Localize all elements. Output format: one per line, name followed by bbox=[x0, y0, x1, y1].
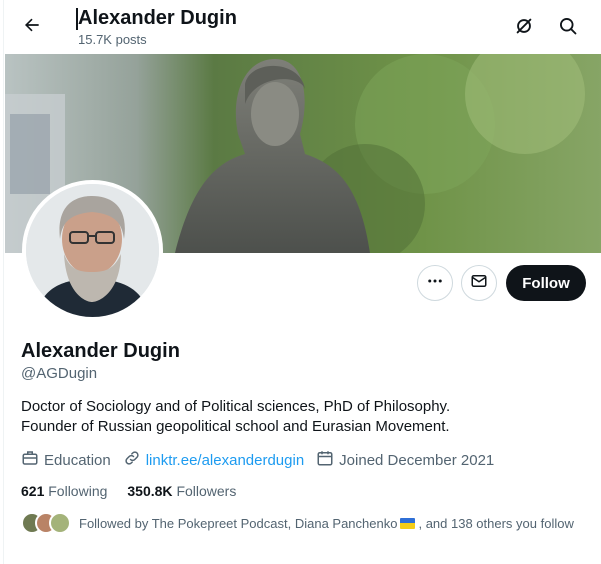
joined-label: Joined December 2021 bbox=[339, 451, 495, 469]
category-label: Education bbox=[44, 451, 111, 469]
followed-by-row[interactable]: Followed by The Pokepreet Podcast, Diana… bbox=[21, 512, 574, 534]
avatar-image bbox=[26, 184, 159, 317]
followed-by-text: Followed by The Pokepreet Podcast, Diana… bbox=[79, 516, 574, 531]
bio-line-2: Founder of Russian geopolitical school a… bbox=[21, 418, 450, 435]
search-icon bbox=[558, 16, 578, 41]
briefcase-icon bbox=[21, 449, 44, 471]
grok-slash-icon bbox=[513, 15, 535, 42]
ukraine-flag-icon bbox=[400, 517, 416, 529]
profile-avatar[interactable] bbox=[22, 180, 163, 321]
message-button[interactable] bbox=[461, 265, 497, 301]
following-link[interactable]: 621 Following bbox=[21, 483, 107, 499]
following-count: 621 bbox=[21, 483, 45, 499]
profile-name: Alexander Dugin bbox=[21, 340, 180, 362]
mail-icon bbox=[470, 272, 488, 295]
follow-button[interactable]: Follow bbox=[506, 265, 586, 301]
link-icon bbox=[123, 449, 146, 471]
grok-button[interactable] bbox=[508, 12, 540, 44]
back-arrow-icon bbox=[22, 15, 42, 40]
followed-by-prefix: Followed by The Pokepreet Podcast, Diana… bbox=[79, 515, 398, 531]
search-button[interactable] bbox=[552, 12, 584, 44]
profile-page: Alexander Dugin 15.7K posts Follow Alexa… bbox=[3, 0, 601, 564]
calendar-icon bbox=[316, 449, 339, 471]
follow-counts: 621 Following 350.8K Followers bbox=[21, 483, 256, 499]
profile-bio: Doctor of Sociology and of Political sci… bbox=[21, 397, 581, 437]
following-label: Following bbox=[48, 483, 108, 499]
profile-joined: Joined December 2021 bbox=[316, 449, 494, 471]
top-bar: Alexander Dugin 15.7K posts bbox=[4, 0, 601, 54]
profile-link-text[interactable]: linktr.ee/alexanderdugin bbox=[146, 452, 304, 469]
header-post-count: 15.7K posts bbox=[78, 32, 147, 47]
header-title-block: Alexander Dugin 15.7K posts bbox=[76, 6, 237, 48]
followers-count: 350.8K bbox=[127, 483, 173, 499]
followers-label: Followers bbox=[176, 483, 237, 499]
follower-avatar bbox=[49, 512, 71, 534]
followers-link[interactable]: 350.8K Followers bbox=[127, 483, 236, 499]
profile-meta-row: Education linktr.ee/alexanderdugin Joine… bbox=[21, 449, 506, 471]
header-profile-name: Alexander Dugin bbox=[78, 7, 237, 29]
followed-by-suffix: , and 138 others you follow bbox=[418, 515, 574, 531]
profile-handle: @AGDugin bbox=[21, 365, 98, 382]
more-icon bbox=[426, 272, 444, 295]
back-button[interactable] bbox=[16, 10, 48, 44]
more-button[interactable] bbox=[417, 265, 453, 301]
profile-link[interactable]: linktr.ee/alexanderdugin bbox=[123, 449, 304, 471]
bio-line-1: Doctor of Sociology and of Political sci… bbox=[21, 398, 451, 415]
profile-category: Education bbox=[21, 449, 111, 471]
